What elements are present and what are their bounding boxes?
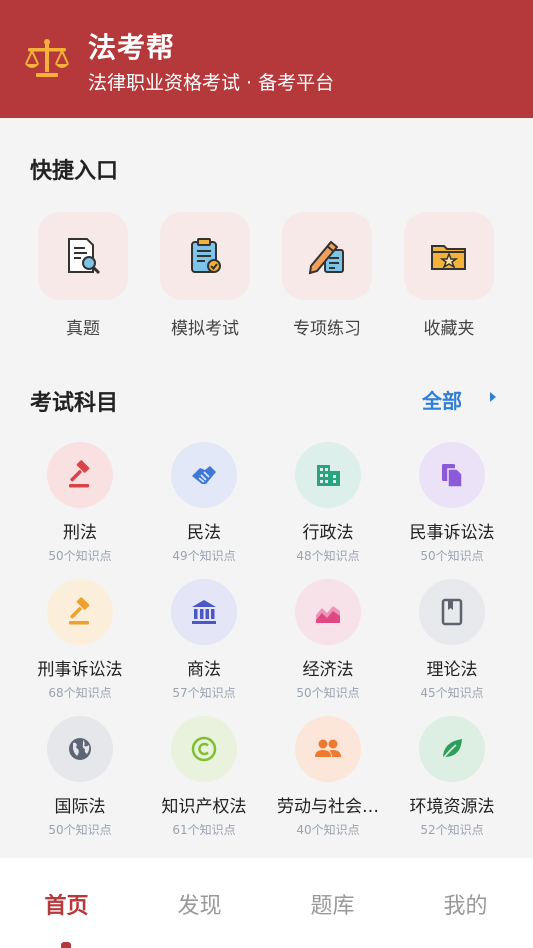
subject-count: 50个知识点 xyxy=(48,823,112,837)
subject-count: 50个知识点 xyxy=(296,686,360,700)
tab-question-bank[interactable]: 题库 xyxy=(266,888,399,920)
subject-count: 52个知识点 xyxy=(420,823,484,837)
subject-icon-circle xyxy=(419,579,485,645)
subject-name: 刑法 xyxy=(63,523,97,543)
subject-icon-circle xyxy=(171,579,237,645)
bottom-tab-bar: 首页 发现 题库 我的 xyxy=(0,858,533,948)
subject-count: 57个知识点 xyxy=(172,686,236,700)
active-tab-indicator xyxy=(61,942,71,948)
subject-icon-circle xyxy=(419,716,485,782)
subject-count: 45个知识点 xyxy=(420,686,484,700)
pencil-note-icon xyxy=(308,240,344,275)
subject-icon-circle xyxy=(171,716,237,782)
subject-card-administrative-law[interactable]: 行政法 48个知识点 xyxy=(268,442,388,572)
subject-name: 行政法 xyxy=(302,523,354,543)
book-icon xyxy=(441,598,463,626)
subject-card-economic-law[interactable]: 经济法 50个知识点 xyxy=(268,579,388,709)
leaf-icon xyxy=(441,739,462,761)
subject-count: 40个知识点 xyxy=(296,823,360,837)
quick-entry-box xyxy=(38,212,128,300)
subject-icon-circle xyxy=(47,716,113,782)
app-header: 法考帮 法律职业资格考试 · 备考平台 xyxy=(0,0,533,118)
line-chart-icon xyxy=(316,606,340,623)
people-icon xyxy=(315,739,341,757)
subject-count: 50个知识点 xyxy=(48,549,112,563)
quick-entry-box xyxy=(404,212,494,300)
quick-entry-mock-exam[interactable]: 模拟考试 xyxy=(160,212,250,352)
subject-name: 商法 xyxy=(187,660,221,680)
subject-icon-circle xyxy=(295,579,361,645)
subject-icon-circle xyxy=(295,716,361,782)
subjects-title: 考试科目 xyxy=(30,391,119,416)
quick-entry-practice[interactable]: 专项练习 xyxy=(282,212,372,352)
subject-card-intellectual-property-law[interactable]: 知识产权法 61个知识点 xyxy=(144,716,264,846)
quick-entry-box xyxy=(282,212,372,300)
subject-name: 民法 xyxy=(187,523,221,543)
subject-icon-circle xyxy=(47,442,113,508)
subject-card-commercial-law[interactable]: 商法 57个知识点 xyxy=(144,579,264,709)
quick-entry-box xyxy=(160,212,250,300)
subject-name: 经济法 xyxy=(302,660,354,680)
tab-profile[interactable]: 我的 xyxy=(399,888,532,920)
gavel-icon xyxy=(69,460,90,488)
app-title: 法考帮 xyxy=(88,31,176,64)
clipboard-check-icon xyxy=(191,238,221,273)
subject-card-civil-law[interactable]: 民法 49个知识点 xyxy=(144,442,264,572)
quick-entry-title: 快捷入口 xyxy=(30,159,119,184)
quick-entry-label: 模拟考试 xyxy=(171,319,239,339)
bank-icon xyxy=(192,600,216,624)
copy-documents-icon xyxy=(442,464,463,488)
quick-entry-favorites[interactable]: 收藏夹 xyxy=(404,212,494,352)
document-search-icon xyxy=(68,238,101,275)
subject-card-international-law[interactable]: 国际法 50个知识点 xyxy=(20,716,140,846)
subject-card-labor-social-law[interactable]: 劳动与社会… 40个知识点 xyxy=(268,716,388,846)
subject-name: 知识产权法 xyxy=(161,797,247,817)
scales-of-justice-icon xyxy=(25,39,69,77)
tab-discover[interactable]: 发现 xyxy=(133,888,266,920)
subject-card-criminal-procedure-law[interactable]: 刑事诉讼法 68个知识点 xyxy=(20,579,140,709)
subject-name: 环境资源法 xyxy=(409,797,495,817)
subject-card-criminal-law[interactable]: 刑法 50个知识点 xyxy=(20,442,140,572)
quick-entry-label: 真题 xyxy=(66,319,100,339)
subject-name: 刑事诉讼法 xyxy=(37,660,123,680)
view-all-link[interactable]: 全部 xyxy=(422,385,462,414)
subject-icon-circle xyxy=(295,442,361,508)
subject-count: 49个知识点 xyxy=(172,549,236,563)
subject-card-civil-procedure-law[interactable]: 民事诉讼法 50个知识点 xyxy=(392,442,512,572)
subject-count: 50个知识点 xyxy=(420,549,484,563)
subject-count: 48个知识点 xyxy=(296,549,360,563)
quick-entry-past-exams[interactable]: 真题 xyxy=(38,212,128,352)
globe-icon xyxy=(69,738,91,760)
subject-icon-circle xyxy=(419,442,485,508)
subject-card-theory-law[interactable]: 理论法 45个知识点 xyxy=(392,579,512,709)
subject-name: 国际法 xyxy=(54,797,106,817)
subject-name: 民事诉讼法 xyxy=(409,523,495,543)
subject-icon-circle xyxy=(171,442,237,508)
quick-entry-label: 收藏夹 xyxy=(423,319,475,339)
subject-card-environmental-law[interactable]: 环境资源法 52个知识点 xyxy=(392,716,512,846)
folder-star-icon xyxy=(431,245,466,270)
chevron-right-icon[interactable] xyxy=(486,389,500,405)
subject-count: 68个知识点 xyxy=(48,686,112,700)
subject-count: 61个知识点 xyxy=(172,823,236,837)
gavel-icon xyxy=(69,597,90,625)
quick-entry-label: 专项练习 xyxy=(293,319,361,339)
handshake-icon xyxy=(192,466,216,484)
subject-name: 劳动与社会… xyxy=(277,797,379,817)
subject-name: 理论法 xyxy=(426,660,478,680)
subject-icon-circle xyxy=(47,579,113,645)
app-subtitle: 法律职业资格考试 · 备考平台 xyxy=(88,72,335,94)
copyright-icon xyxy=(191,736,217,762)
tab-home[interactable]: 首页 xyxy=(0,888,133,920)
building-icon xyxy=(317,465,340,486)
